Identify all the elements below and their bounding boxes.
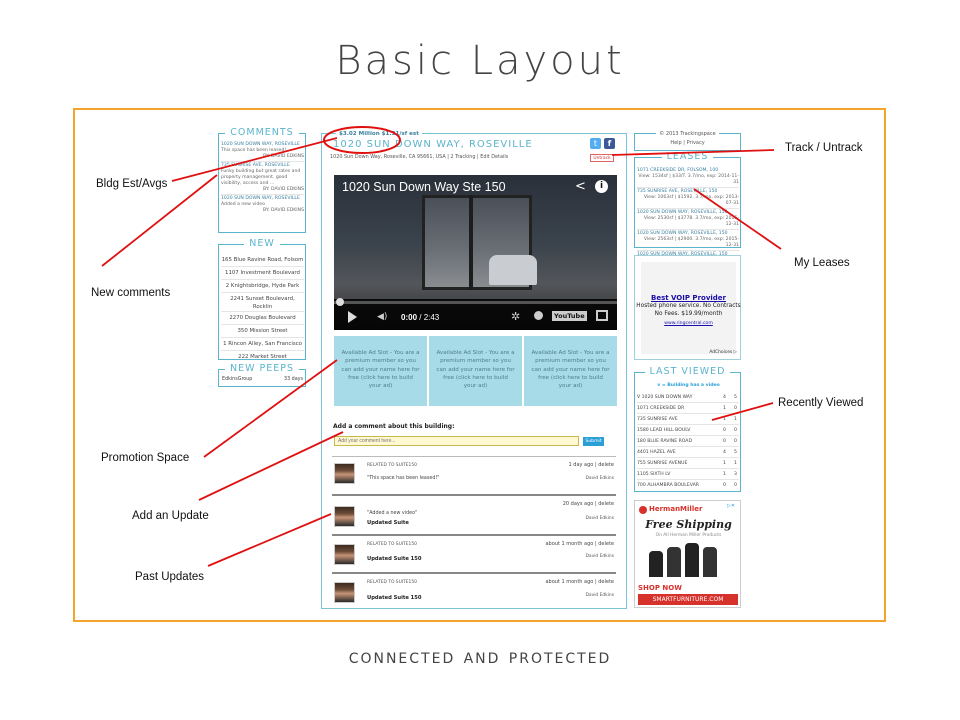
slide-subtitle: connected and protected: [348, 644, 612, 668]
arrow-promotion: [203, 359, 338, 458]
callout-recently-viewed: Recently Viewed: [778, 397, 864, 409]
callout-add-update: Add an Update: [132, 510, 209, 522]
annotation-arrows: [101, 126, 782, 567]
arrow-recently-viewed: [711, 402, 774, 421]
arrow-my-leases: [693, 188, 782, 250]
estimate-highlight-circle: [323, 126, 401, 154]
arrow-past-updates: [207, 513, 332, 567]
arrow-track: [611, 149, 775, 156]
callout-bldg-est: Bldg Est/Avgs: [96, 178, 168, 190]
callout-new-comments: New comments: [91, 287, 171, 299]
callout-past-updates: Past Updates: [135, 571, 205, 583]
arrow-add-update: [198, 431, 344, 501]
callout-my-leases: My Leases: [794, 257, 850, 269]
callout-promotion: Promotion Space: [101, 452, 190, 464]
arrow-bldg-est: [171, 137, 338, 182]
callout-track: Track / Untrack: [785, 142, 863, 154]
